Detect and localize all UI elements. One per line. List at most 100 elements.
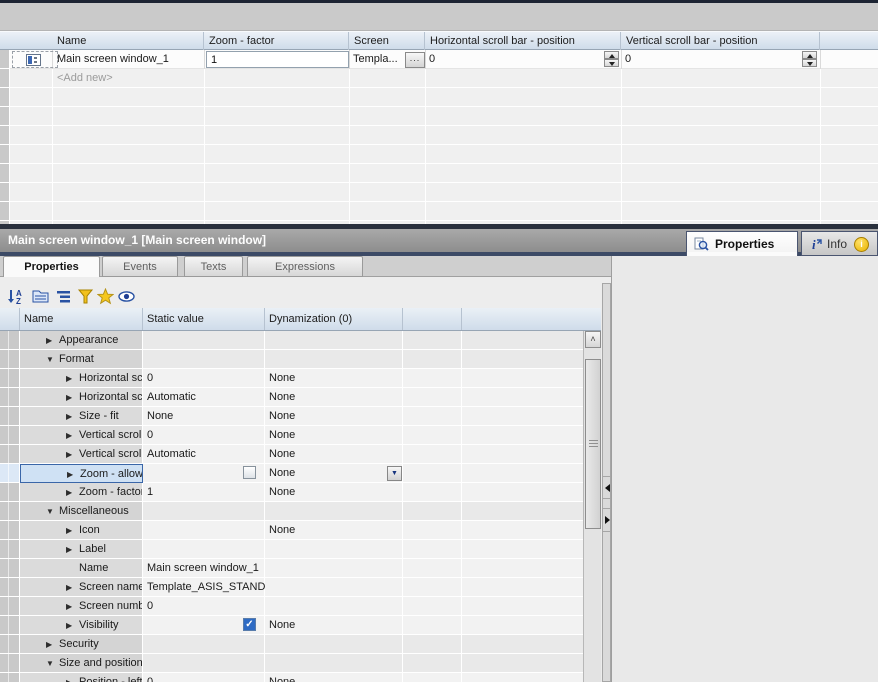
static-value-cell[interactable]: Automatic [143,388,265,407]
tab-texts[interactable]: Texts [184,256,243,277]
column-header-screen[interactable]: Screen [349,32,425,50]
property-name-cell[interactable]: ▶ Size - fit [20,407,143,426]
property-name-cell[interactable]: ▶ Icon [20,521,143,540]
collapse-left-icon[interactable] [605,484,610,492]
property-name-cell[interactable]: ▶ Vertical scroll b... [20,426,143,445]
property-name-cell[interactable]: ▶ Vertical scroll b... [20,445,143,464]
property-row[interactable]: ▶ Horizontal scroll... 0 None [0,369,601,388]
property-row[interactable]: ▶ Security [0,635,601,654]
dynamization-cell[interactable]: None ▼ [265,464,403,483]
property-row[interactable]: ▼ Format [0,350,601,369]
collapse-icon[interactable]: ▼ [46,659,54,668]
eye-icon[interactable] [118,288,135,305]
property-row[interactable]: ▶ Size - fit None None [0,407,601,426]
grid-column-name[interactable]: Name [20,308,143,330]
spinner-up-icon[interactable] [802,51,817,59]
dynamization-cell[interactable]: None [265,426,403,445]
dynamization-cell[interactable]: None [265,369,403,388]
add-new-label[interactable]: <Add new> [57,72,113,84]
column-header-hscroll-position[interactable]: Horizontal scroll bar - position [425,32,621,50]
static-value-cell[interactable]: 0 [143,673,265,682]
row-vscroll-cell[interactable]: 0 [625,53,631,65]
row-header-cell[interactable] [12,51,58,68]
expand-icon[interactable]: ▶ [66,374,72,383]
sort-az-icon[interactable]: A Z [7,288,24,305]
scroll-up-icon[interactable]: ˄ [585,331,601,348]
static-value-cell[interactable]: 1 [143,483,265,502]
property-row[interactable]: ▶ Visibility ✓ None [0,616,601,635]
static-value-cell[interactable] [143,331,265,350]
static-value-cell[interactable]: Template_ASIS_STAND... [143,578,275,597]
row-screen-cell[interactable]: Templa... [353,53,398,65]
tree-list-icon[interactable] [55,288,72,305]
dynamization-cell[interactable] [265,559,403,578]
dynamization-cell[interactable] [265,635,403,654]
dynamization-cell[interactable] [265,502,403,521]
expand-icon[interactable]: ▶ [67,470,73,479]
expand-icon[interactable]: ▶ [46,640,52,649]
property-name-cell[interactable]: ▶ Label [20,540,143,559]
property-name-cell[interactable]: ▼ Format [20,350,143,369]
tab-events[interactable]: Events [102,256,178,277]
property-row[interactable]: ▶ Zoom - factor 1 None [0,483,601,502]
collapse-icon[interactable]: ▼ [46,507,54,516]
expand-icon[interactable]: ▶ [66,450,72,459]
zoom-factor-input[interactable] [206,51,349,68]
property-name-cell[interactable]: ▶ Screen number [20,597,143,616]
property-name-cell[interactable]: ▶ Zoom - factor [20,483,143,502]
property-name-cell[interactable]: ▶ Security [20,635,143,654]
static-value-cell[interactable]: None [143,407,265,426]
tab-info-right[interactable]: i Info i [801,231,878,256]
dynamization-cell[interactable]: None [265,445,403,464]
expand-icon[interactable]: ▶ [66,602,72,611]
property-row[interactable]: ▶ Icon None [0,521,601,540]
dynamization-cell[interactable] [265,597,403,616]
dynamization-cell[interactable] [265,654,403,673]
column-header-name[interactable]: Name [52,32,204,50]
column-header-zoom-factor[interactable]: Zoom - factor [204,32,349,50]
dynamization-cell[interactable] [265,331,403,350]
expand-icon[interactable]: ▶ [66,393,72,402]
expand-icon[interactable]: ▶ [66,526,72,535]
static-value-cell[interactable] [143,502,265,521]
grid-column-static-value[interactable]: Static value [143,308,265,330]
expand-icon[interactable]: ▶ [66,545,72,554]
static-value-cell[interactable] [143,635,265,654]
dynamization-dropdown-icon[interactable]: ▼ [387,466,402,481]
property-name-cell[interactable]: ▶ Screen name [20,578,143,597]
dynamization-cell[interactable]: None [265,407,403,426]
static-value-cell[interactable]: 0 [143,369,265,388]
static-value-cell[interactable] [143,521,265,540]
expand-icon[interactable]: ▶ [66,583,72,592]
dynamization-cell[interactable] [265,540,403,559]
expand-icon[interactable]: ▶ [66,678,72,682]
screen-browse-button[interactable]: ... [405,52,425,68]
static-value-cell[interactable] [143,350,265,369]
property-name-cell[interactable]: ▶ Horizontal scroll... [20,369,143,388]
property-row[interactable]: ▶ Zoom - allow None ▼ [0,464,601,483]
static-value-cell[interactable]: Main screen window_1 [143,559,265,578]
group-folder-icon[interactable] [32,288,49,305]
property-row[interactable]: ▶ Position - left 0 None [0,673,601,682]
tab-properties[interactable]: Properties [3,256,100,278]
tab-expressions[interactable]: Expressions [247,256,363,277]
spinner-down-icon[interactable] [802,59,817,67]
static-value-cell[interactable] [143,654,265,673]
property-grid-scrollbar[interactable]: ˄ [583,331,601,682]
static-value-cell[interactable] [143,540,265,559]
expand-icon[interactable]: ▶ [66,412,72,421]
collapse-right-icon[interactable] [605,516,610,524]
vertical-splitter[interactable] [602,283,611,682]
vscroll-spinner[interactable] [802,51,817,68]
dynamization-cell[interactable]: None [265,673,403,682]
property-row[interactable]: ▶ Vertical scroll b... 0 None [0,426,601,445]
property-row[interactable]: ▼ Size and position [0,654,601,673]
row-hscroll-cell[interactable]: 0 [429,53,435,65]
property-row[interactable]: ▶ Label [0,540,601,559]
dynamization-cell[interactable]: None [265,388,403,407]
expand-icon[interactable]: ▶ [66,621,72,630]
filter-funnel-icon[interactable] [77,288,94,305]
scrollbar-thumb[interactable] [585,359,601,529]
grid-column-dynamization[interactable]: Dynamization (0) [265,308,403,330]
collapse-icon[interactable]: ▼ [46,355,54,364]
